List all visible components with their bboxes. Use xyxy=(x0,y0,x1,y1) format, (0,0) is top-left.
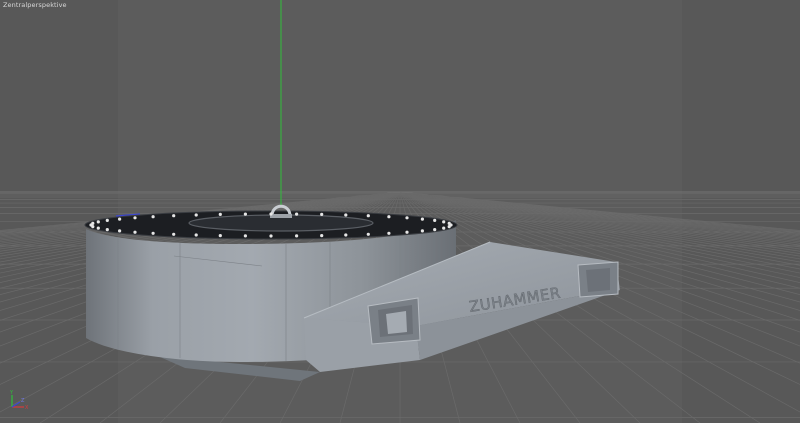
gizmo-x-label: X xyxy=(25,405,29,411)
rivet xyxy=(91,221,95,225)
rivet xyxy=(405,216,409,220)
rivet xyxy=(447,225,451,229)
rivet xyxy=(243,234,247,238)
rivet xyxy=(442,226,446,230)
rivet xyxy=(105,218,109,222)
rivet xyxy=(387,215,391,219)
rivet xyxy=(433,228,437,232)
viewport-right-shade xyxy=(682,0,800,423)
handle-front xyxy=(367,297,421,345)
rivet xyxy=(442,220,446,224)
rivet xyxy=(172,232,176,236)
rivet xyxy=(405,230,409,234)
rivet xyxy=(133,230,137,234)
axis-gizmo: Y X Z xyxy=(9,390,29,411)
rivet xyxy=(151,231,155,235)
3d-viewport[interactable]: ZUHAMMER Zentralperspektive Y X Z xyxy=(0,0,800,423)
viewport-left-shade xyxy=(0,0,118,423)
rivet xyxy=(447,221,451,225)
rivet xyxy=(269,212,273,216)
rivet xyxy=(105,228,109,232)
rivet xyxy=(218,212,222,216)
rivet xyxy=(295,212,299,216)
rivet xyxy=(243,212,247,216)
view-mode-label[interactable]: Zentralperspektive xyxy=(3,1,67,9)
rivet xyxy=(366,214,370,218)
rivet xyxy=(320,234,324,238)
rivet xyxy=(151,215,155,219)
rivet xyxy=(387,231,391,235)
rivet xyxy=(420,217,424,221)
gizmo-z-axis xyxy=(11,401,21,408)
rivet xyxy=(366,232,370,236)
rivet xyxy=(96,226,100,230)
gizmo-z-label: Z xyxy=(21,398,25,404)
rivet xyxy=(133,216,137,220)
rivet xyxy=(194,233,198,237)
rivet xyxy=(269,234,273,238)
rivet xyxy=(344,213,348,217)
rivet xyxy=(172,214,176,218)
rivet xyxy=(295,234,299,238)
rivet xyxy=(218,234,222,238)
rivet xyxy=(320,212,324,216)
rivet xyxy=(118,229,122,233)
rivet xyxy=(194,213,198,217)
rivet xyxy=(344,233,348,237)
rivet xyxy=(420,229,424,233)
gizmo-y-label: Y xyxy=(9,390,14,396)
handle-rear xyxy=(577,261,619,298)
scene-canvas[interactable]: ZUHAMMER xyxy=(0,0,800,423)
rivet xyxy=(96,220,100,224)
rivet xyxy=(118,217,122,221)
rivet xyxy=(433,218,437,222)
